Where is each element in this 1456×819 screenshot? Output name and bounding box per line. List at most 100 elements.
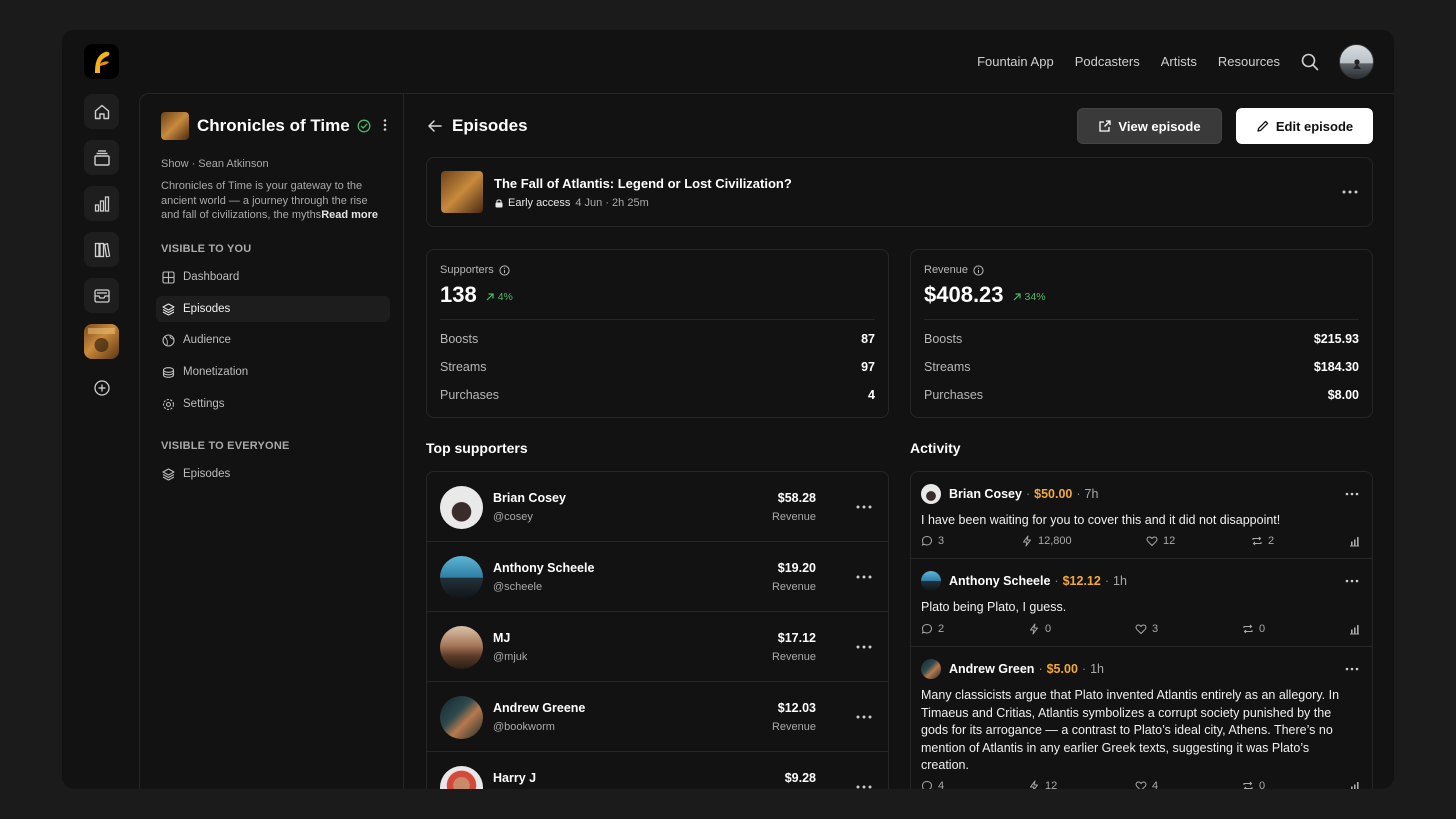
fountain-logo[interactable] [84, 44, 119, 79]
sidebar-item-episodes[interactable]: Episodes [156, 296, 390, 322]
page-title: Episodes [452, 116, 528, 135]
like-action[interactable]: 4 [1135, 780, 1158, 789]
rail-inbox[interactable] [84, 278, 119, 313]
supporter-amount: $19.20 [777, 561, 816, 575]
stats-action[interactable] [1348, 623, 1360, 635]
revenue-value: $408.23 34% [924, 282, 1046, 308]
show-title: Chronicles of Time [197, 116, 350, 135]
rail-library[interactable] [84, 232, 119, 267]
more-options-icon[interactable] [856, 499, 872, 515]
rail-home[interactable] [84, 94, 119, 129]
info-icon[interactable] [973, 264, 984, 276]
supporter-name: Harry J [493, 771, 537, 785]
activity-header: Andrew Green · $5.00 · 1h [921, 659, 1360, 679]
row-label: Streams [440, 360, 487, 374]
repost-count: 2 [1268, 535, 1275, 547]
repost-count: 0 [1259, 623, 1266, 635]
list-item[interactable]: Harry J $9.28 [427, 752, 888, 789]
repost-action[interactable]: 2 [1251, 535, 1274, 547]
bar-chart-icon [1348, 535, 1360, 547]
info-icon[interactable] [499, 264, 510, 276]
supporters-row-purchases: Purchases 4 [440, 386, 875, 404]
nav-fountain-app[interactable]: Fountain App [977, 54, 1054, 69]
episode-card[interactable]: The Fall of Atlantis: Legend or Lost Civ… [426, 157, 1373, 227]
nav-podcasters[interactable]: Podcasters [1075, 54, 1140, 69]
user-avatar[interactable] [1339, 44, 1374, 79]
more-options-icon[interactable] [1344, 486, 1360, 502]
boost-action[interactable]: 12,800 [1021, 535, 1072, 547]
repost-action[interactable]: 0 [1242, 780, 1265, 789]
more-options-icon[interactable] [856, 569, 872, 585]
nav-artists[interactable]: Artists [1161, 54, 1197, 69]
rail-show-chronicles[interactable] [84, 324, 119, 359]
boost-action[interactable]: 0 [1028, 623, 1051, 635]
like-action[interactable]: 3 [1135, 623, 1158, 635]
main-area: Chronicles of Time Show · Sean Atkinson … [139, 93, 1394, 789]
sidebar-item-label: Dashboard [183, 271, 240, 283]
supporters-row-boosts: Boosts 87 [440, 330, 875, 348]
activity-author[interactable]: Andrew Green [949, 662, 1034, 676]
activity-text: I have been waiting for you to cover thi… [921, 513, 1281, 527]
back-arrow-icon[interactable] [426, 117, 444, 135]
sidebar-item-public-episodes[interactable]: Episodes [156, 461, 390, 487]
comment-action[interactable]: 3 [921, 535, 944, 547]
like-action[interactable]: 12 [1146, 535, 1175, 547]
supporters-value: 138 4% [440, 282, 513, 308]
show-header: Chronicles of Time [161, 112, 391, 140]
comment-icon [921, 623, 933, 635]
revenue-card: Revenue $408.23 34% Boosts $215.93 Stream… [910, 249, 1373, 418]
icon-rail [84, 94, 119, 416]
row-value: 97 [861, 360, 875, 374]
more-options-icon[interactable] [1344, 573, 1360, 589]
bar-chart-icon [1348, 623, 1360, 635]
activity-text: Many classicists argue that Plato invent… [921, 688, 1340, 772]
list-item[interactable]: Brian Cosey @cosey $58.28 Revenue [427, 472, 888, 542]
nav-resources[interactable]: Resources [1218, 54, 1280, 69]
activity-item[interactable]: Andrew Green · $5.00 · 1h Many classicis… [911, 647, 1372, 789]
comment-count: 3 [938, 535, 945, 547]
rail-analytics[interactable] [84, 186, 119, 221]
list-item[interactable]: Anthony Scheele @scheele $19.20 Revenue [427, 542, 888, 612]
show-more-icon[interactable] [379, 118, 391, 135]
top-navigation: Fountain App Podcasters Artists Resource… [977, 44, 1374, 79]
view-episode-button[interactable]: View episode [1077, 108, 1222, 144]
sidebar-item-monetization[interactable]: Monetization [156, 359, 390, 385]
comment-action[interactable]: 4 [921, 780, 944, 789]
row-value: 4 [868, 388, 875, 402]
list-item[interactable]: MJ @mjuk $17.12 Revenue [427, 612, 888, 682]
search-icon[interactable] [1301, 52, 1321, 72]
supporters-delta: 4% [485, 291, 513, 303]
comment-action[interactable]: 2 [921, 623, 944, 635]
more-options-icon[interactable] [856, 779, 872, 789]
avatar [440, 486, 483, 529]
sidebar-item-dashboard[interactable]: Dashboard [156, 264, 390, 290]
sidebar-item-settings[interactable]: Settings [156, 391, 390, 417]
more-options-icon[interactable] [1344, 661, 1360, 677]
edit-episode-button[interactable]: Edit episode [1236, 108, 1373, 144]
more-options-icon[interactable] [856, 639, 872, 655]
stats-action[interactable] [1348, 780, 1360, 789]
list-item[interactable]: Andrew Greene @bookworm $12.03 Revenue [427, 682, 888, 752]
repost-action[interactable]: 0 [1242, 623, 1265, 635]
activity-item[interactable]: Anthony Scheele · $12.12 · 1h Plato bein… [911, 559, 1372, 647]
repost-icon [1242, 780, 1254, 789]
activity-author[interactable]: Anthony Scheele [949, 574, 1050, 588]
rail-add[interactable] [84, 370, 119, 405]
supporter-name: Anthony Scheele [493, 561, 595, 575]
revenue-value-text: $408.23 [924, 282, 1004, 307]
arrow-up-right-icon [485, 292, 495, 302]
boost-action[interactable]: 12 [1028, 780, 1057, 789]
activity-item[interactable]: Brian Cosey · $50.00 · 7h I have been wa… [911, 472, 1372, 559]
supporter-amount-label: Revenue [771, 511, 816, 523]
activity-author[interactable]: Brian Cosey [949, 487, 1022, 501]
stats-action[interactable] [1348, 535, 1360, 547]
revenue-row-boosts: Boosts $215.93 [924, 330, 1359, 348]
fountain-logo-icon [94, 51, 109, 73]
more-options-icon[interactable] [856, 709, 872, 725]
sidebar-item-audience[interactable]: Audience [156, 327, 390, 353]
episode-more-icon[interactable] [1342, 184, 1358, 200]
rail-stack[interactable] [84, 140, 119, 175]
activity-title: Activity [910, 440, 961, 456]
read-more-link[interactable]: Read more [321, 209, 378, 221]
supporters-label: Supporters [440, 264, 510, 276]
